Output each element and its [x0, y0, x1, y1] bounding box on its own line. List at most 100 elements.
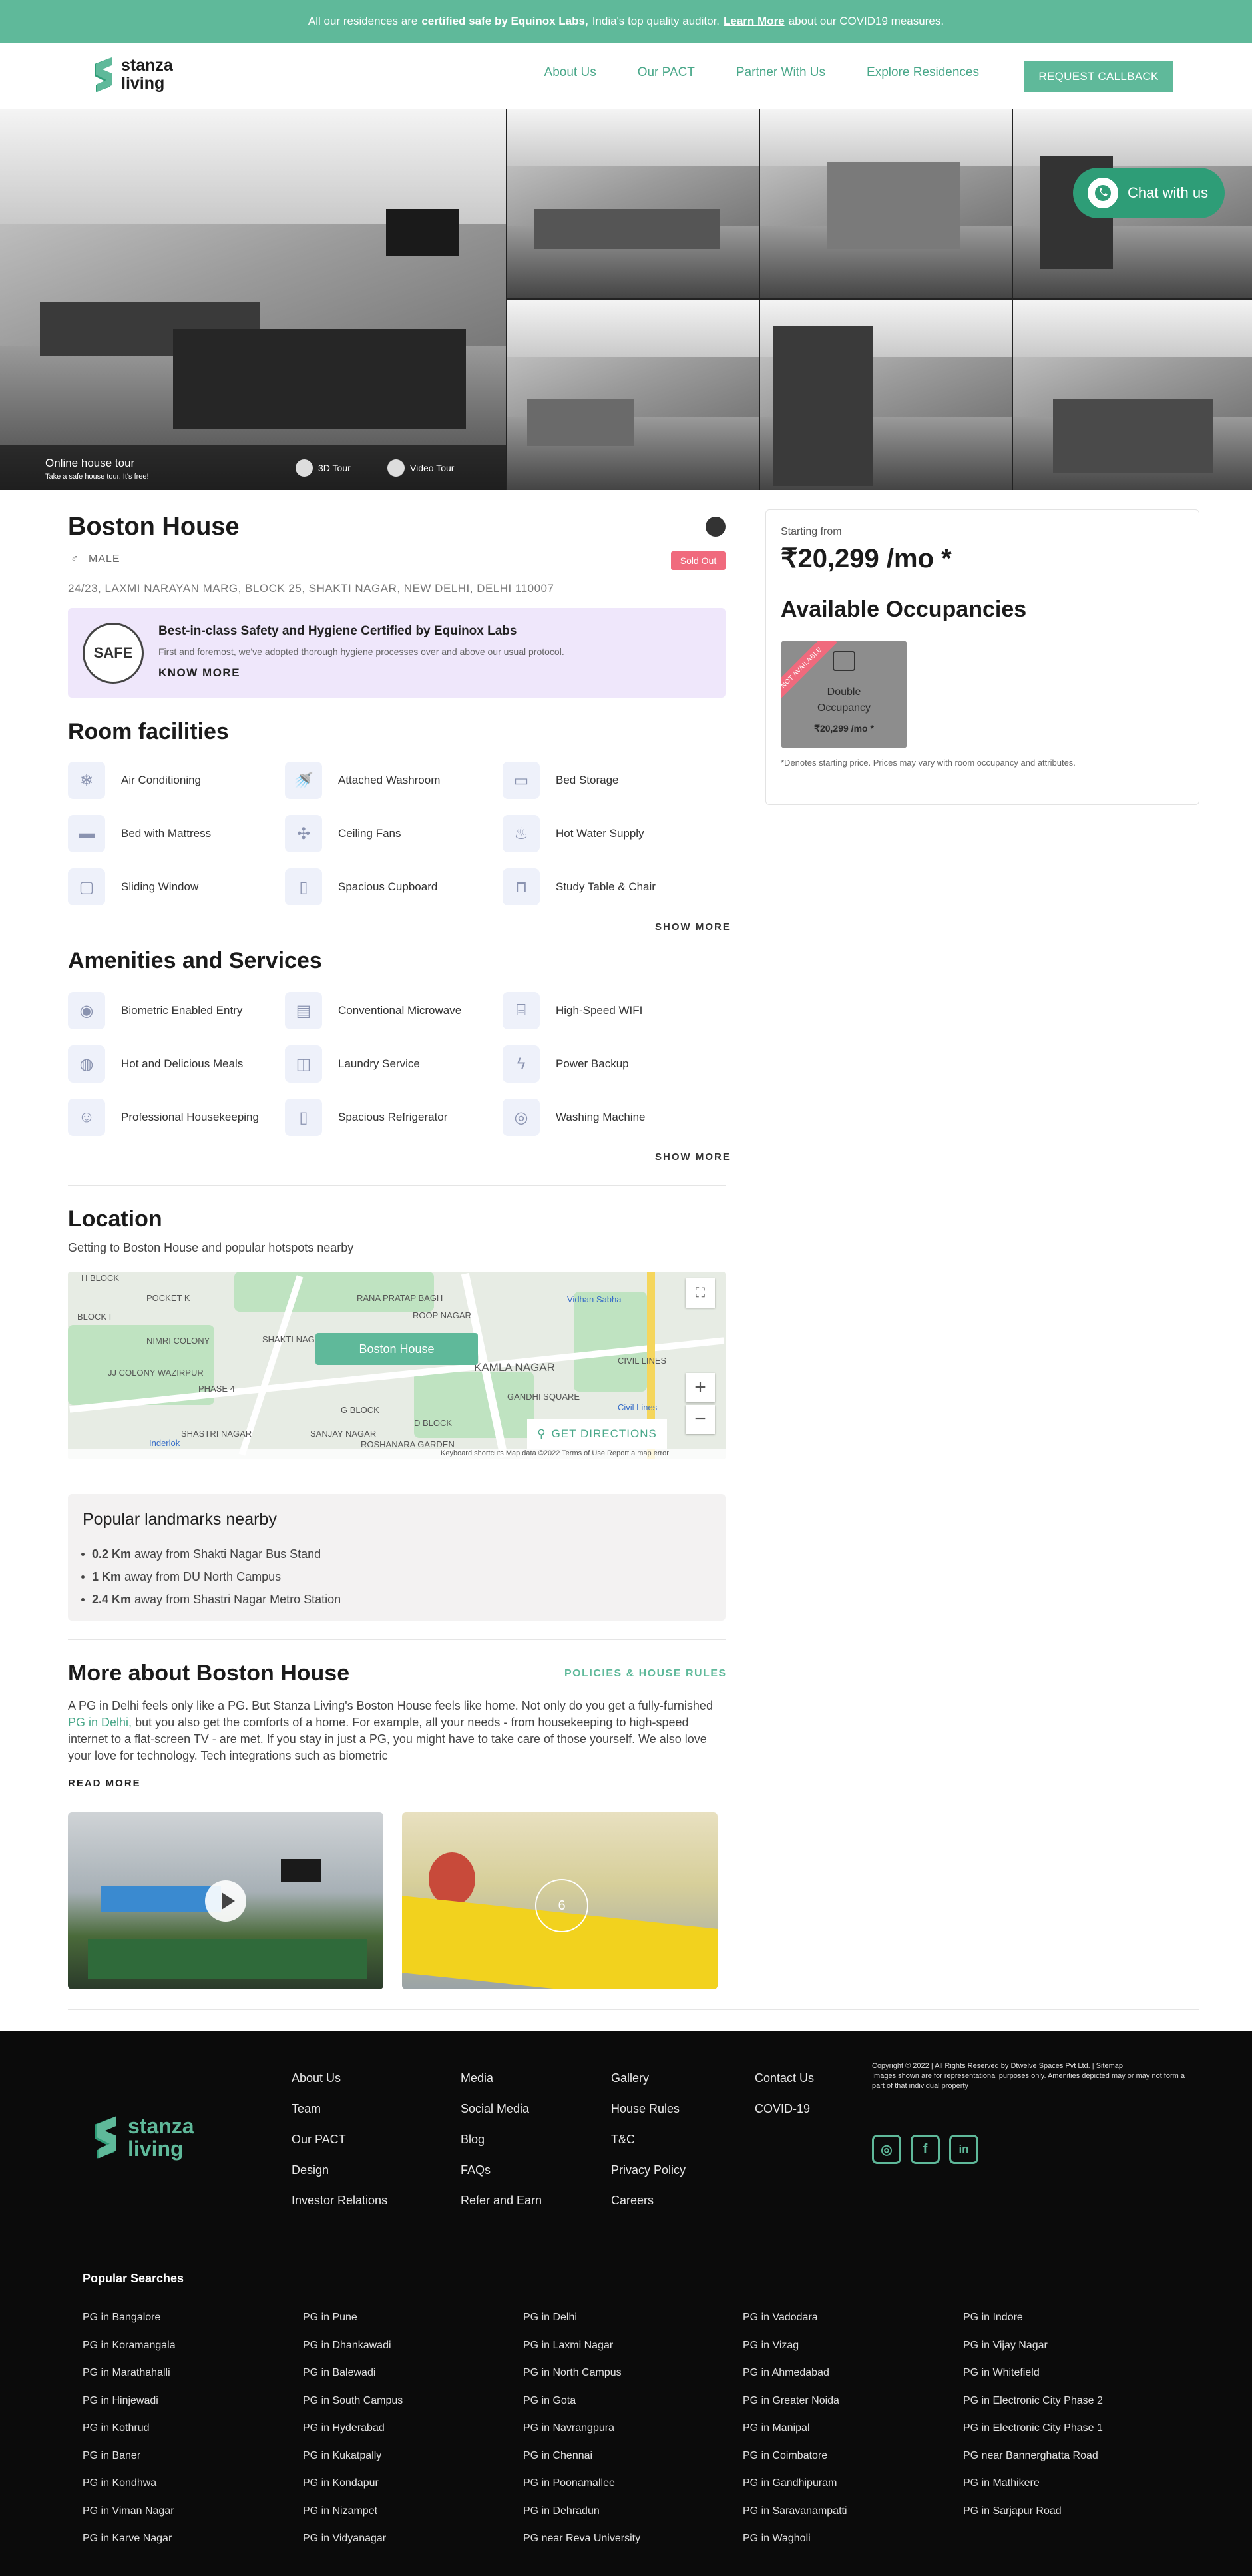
footer-link[interactable]: Media: [461, 2063, 542, 2093]
popular-search-link[interactable]: PG in Dhankawadi: [303, 2332, 403, 2360]
popular-search-link[interactable]: PG in Marathahalli: [83, 2359, 176, 2387]
footer-link[interactable]: COVID-19: [755, 2093, 814, 2124]
footer-link[interactable]: Refer and Earn: [461, 2185, 542, 2216]
photo-album-thumbnail[interactable]: 6: [402, 1812, 718, 1989]
popular-search-link[interactable]: PG in Navrangpura: [523, 2414, 640, 2442]
popular-search-link[interactable]: PG in Greater Noida: [743, 2387, 847, 2415]
popular-search-link[interactable]: PG in Electronic City Phase 2: [963, 2387, 1103, 2415]
facebook-icon[interactable]: f: [911, 2135, 940, 2164]
facility-item: ▯ Spacious Cupboard: [285, 868, 437, 905]
amenities-show-more[interactable]: SHOW MORE: [655, 1151, 731, 1162]
popular-search-link[interactable]: PG in Kukatpally: [303, 2442, 403, 2470]
share-icon[interactable]: [706, 517, 726, 537]
popular-search-link[interactable]: PG in Laxmi Nagar: [523, 2332, 640, 2360]
zoom-out-button[interactable]: −: [686, 1405, 715, 1434]
footer-logo[interactable]: stanza living: [92, 2112, 194, 2163]
location-map[interactable]: H BLOCK POCKET K BLOCK I NIMRI COLONY JJ…: [68, 1272, 726, 1459]
nav-our-pact[interactable]: Our PACT: [638, 65, 695, 80]
request-callback-button[interactable]: REQUEST CALLBACK: [1024, 61, 1173, 92]
video-thumbnail[interactable]: [68, 1812, 383, 1989]
landmark-distance: 0.2 Km: [92, 1547, 132, 1561]
footer-link[interactable]: About Us: [292, 2063, 387, 2093]
popular-search-link[interactable]: PG in Koramangala: [83, 2332, 176, 2360]
popular-search-link[interactable]: PG near Reva University: [523, 2525, 640, 2553]
popular-search-link[interactable]: PG in Pune: [303, 2304, 403, 2332]
stanza-logo[interactable]: stanza living: [92, 55, 173, 95]
popular-search-link[interactable]: PG in Nizampet: [303, 2497, 403, 2525]
footer-link[interactable]: Design: [292, 2155, 387, 2185]
zoom-in-button[interactable]: +: [686, 1373, 715, 1402]
gallery-photo-6[interactable]: [760, 300, 1012, 490]
popular-search-link[interactable]: PG in Wagholi: [743, 2525, 847, 2553]
popular-search-link[interactable]: PG in Mathikere: [963, 2469, 1103, 2497]
popular-search-link[interactable]: PG in Indore: [963, 2304, 1103, 2332]
popular-search-link[interactable]: PG in Hyderabad: [303, 2414, 403, 2442]
policies-house-rules-link[interactable]: POLICIES & HOUSE RULES: [564, 1668, 727, 1680]
popular-search-link[interactable]: PG in Vadodara: [743, 2304, 847, 2332]
boston-house-pin[interactable]: Boston House: [315, 1333, 478, 1365]
nav-partner-with-us[interactable]: Partner With Us: [736, 65, 825, 80]
nav-about-us[interactable]: About Us: [544, 65, 596, 80]
nav-explore-residences[interactable]: Explore Residences: [867, 65, 979, 80]
learn-more-link[interactable]: Learn More: [724, 15, 785, 28]
gallery-main-photo[interactable]: Online house tour Take a safe house tour…: [0, 109, 506, 490]
footer-link[interactable]: Careers: [611, 2185, 686, 2216]
popular-search-link[interactable]: PG in Viman Nagar: [83, 2497, 176, 2525]
popular-search-link[interactable]: PG in Balewadi: [303, 2359, 403, 2387]
popular-search-link[interactable]: PG in Dehradun: [523, 2497, 640, 2525]
video-tour-button[interactable]: Video Tour: [387, 459, 454, 477]
popular-search-link[interactable]: PG in Electronic City Phase 1: [963, 2414, 1103, 2442]
popular-search-link[interactable]: PG in Kondapur: [303, 2469, 403, 2497]
popular-search-link[interactable]: PG in North Campus: [523, 2359, 640, 2387]
popular-search-link[interactable]: PG in Delhi: [523, 2304, 640, 2332]
popular-search-link[interactable]: PG in Chennai: [523, 2442, 640, 2470]
gallery-photo-5[interactable]: [507, 300, 759, 490]
footer-link[interactable]: Contact Us: [755, 2063, 814, 2093]
popular-search-link[interactable]: PG in Coimbatore: [743, 2442, 847, 2470]
popular-search-link[interactable]: PG in Gandhipuram: [743, 2469, 847, 2497]
popular-search-link[interactable]: PG in Vizag: [743, 2332, 847, 2360]
footer-link[interactable]: Privacy Policy: [611, 2155, 686, 2185]
double-occupancy-card[interactable]: NOT AVAILABLE Double Occupancy ₹20,299 /…: [781, 641, 907, 748]
footer-link[interactable]: FAQs: [461, 2155, 542, 2185]
footer-link[interactable]: Gallery: [611, 2063, 686, 2093]
popular-search-link[interactable]: PG in Whitefield: [963, 2359, 1103, 2387]
popular-search-link[interactable]: PG in Kothrud: [83, 2414, 176, 2442]
popular-search-link[interactable]: PG in Kondhwa: [83, 2469, 176, 2497]
pg-in-delhi-link[interactable]: PG in Delhi,: [68, 1716, 132, 1729]
footer-link[interactable]: Team: [292, 2093, 387, 2124]
know-more-link[interactable]: KNOW MORE: [158, 666, 240, 680]
popular-search-link[interactable]: PG in Karve Nagar: [83, 2525, 176, 2553]
room-facilities-show-more[interactable]: SHOW MORE: [655, 921, 731, 933]
popular-search-link[interactable]: PG near Bannerghatta Road: [963, 2442, 1103, 2470]
gallery-photo-7[interactable]: [1013, 300, 1252, 490]
linkedin-icon[interactable]: in: [949, 2135, 978, 2164]
footer-link[interactable]: Investor Relations: [292, 2185, 387, 2216]
popular-search-link[interactable]: PG in Sarjapur Road: [963, 2497, 1103, 2525]
popular-search-link[interactable]: PG in South Campus: [303, 2387, 403, 2415]
instagram-icon[interactable]: ◎: [872, 2135, 901, 2164]
popular-search-link[interactable]: PG in Manipal: [743, 2414, 847, 2442]
fullscreen-icon[interactable]: ⛶: [686, 1278, 715, 1308]
3d-tour-button[interactable]: 3D Tour: [296, 459, 351, 477]
popular-search-link[interactable]: PG in Gota: [523, 2387, 640, 2415]
read-more-link[interactable]: READ MORE: [68, 1778, 141, 1789]
popular-search-link[interactable]: PG in Saravanampatti: [743, 2497, 847, 2525]
popular-search-link[interactable]: PG in Hinjewadi: [83, 2387, 176, 2415]
footer-link[interactable]: Blog: [461, 2124, 542, 2155]
popular-search-link[interactable]: PG in Baner: [83, 2442, 176, 2470]
footer-link[interactable]: Our PACT: [292, 2124, 387, 2155]
footer-link[interactable]: T&C: [611, 2124, 686, 2155]
popular-search-link[interactable]: PG in Vidyanagar: [303, 2525, 403, 2553]
popular-search-link[interactable]: PG in Bangalore: [83, 2304, 176, 2332]
popular-search-link[interactable]: PG in Vijay Nagar: [963, 2332, 1103, 2360]
gallery-photo-2[interactable]: [507, 109, 759, 298]
whatsapp-chat-button[interactable]: Chat with us: [1073, 168, 1225, 218]
popular-search-link[interactable]: PG in Poonamallee: [523, 2469, 640, 2497]
footer-link[interactable]: House Rules: [611, 2093, 686, 2124]
play-icon[interactable]: [205, 1880, 246, 1922]
get-directions-button[interactable]: ⚲ GET DIRECTIONS: [527, 1419, 667, 1449]
gallery-photo-3[interactable]: [760, 109, 1012, 298]
footer-link[interactable]: Social Media: [461, 2093, 542, 2124]
popular-search-link[interactable]: PG in Ahmedabad: [743, 2359, 847, 2387]
